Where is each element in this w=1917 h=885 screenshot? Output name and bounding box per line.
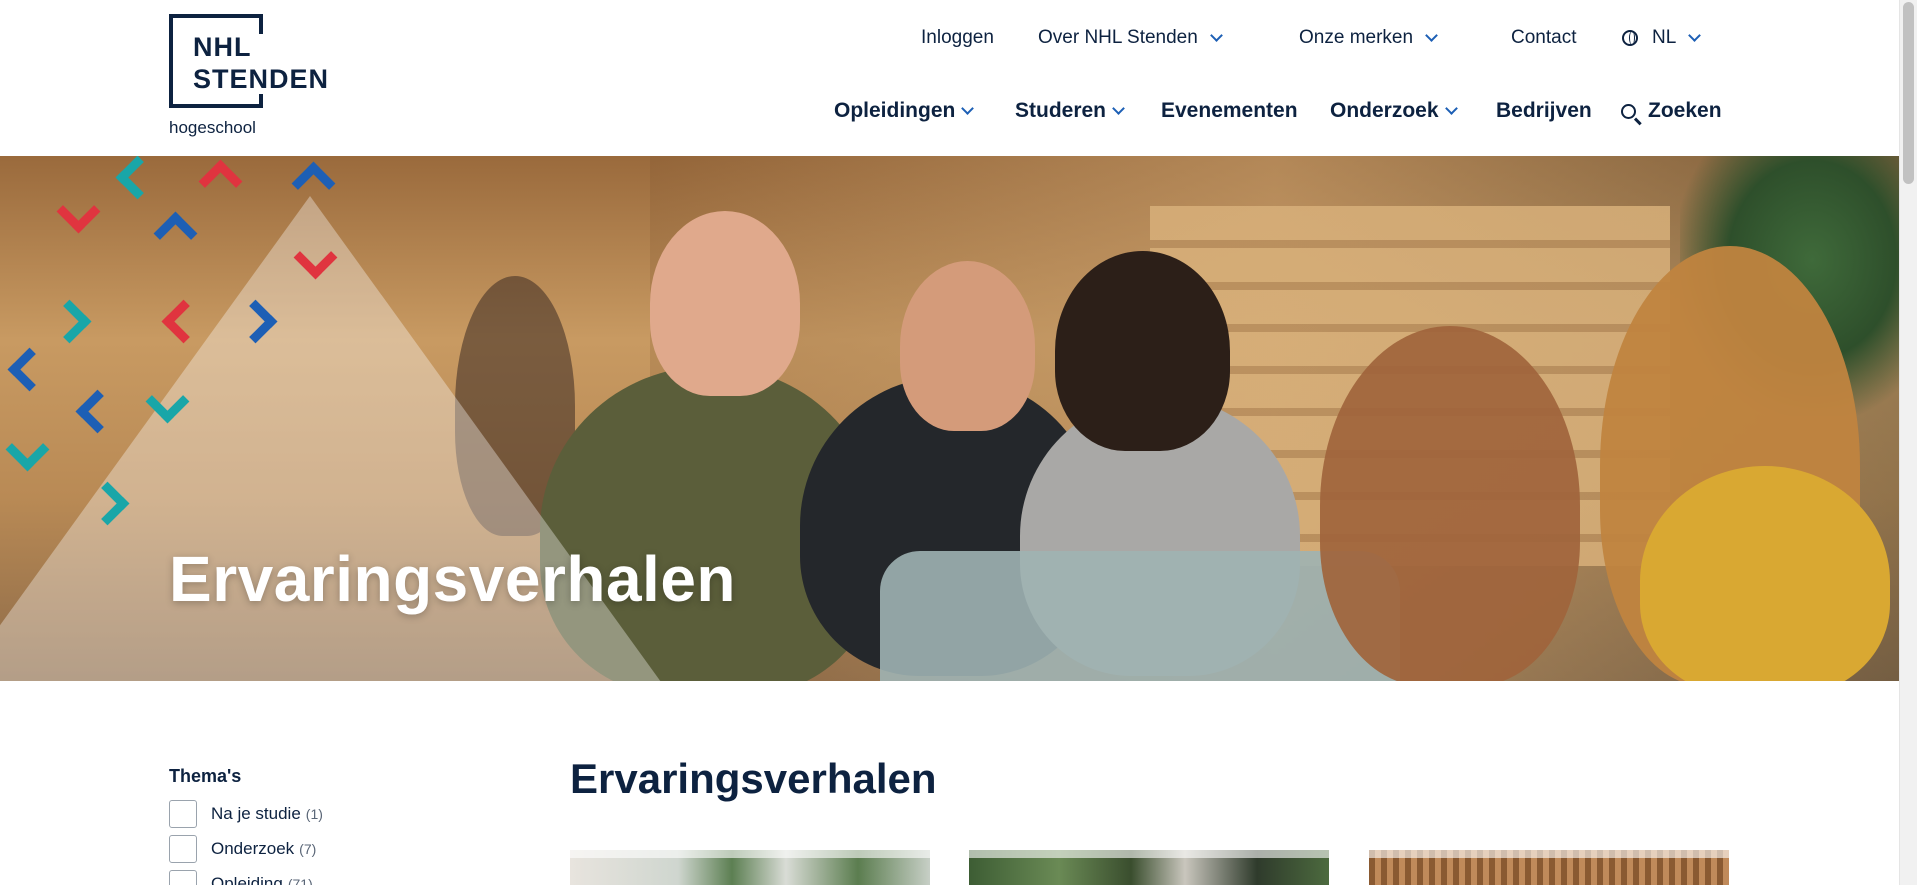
language-selector[interactable]: NL <box>1622 24 1702 52</box>
nav-item-label: Bedrijven <box>1496 99 1592 122</box>
nav-evenementen[interactable]: Evenementen <box>1161 96 1298 126</box>
filter-sidebar: Thema's Na je studie (1) Onderzoek (7) O… <box>169 766 323 885</box>
chevron-down-icon <box>1112 102 1125 115</box>
globe-icon <box>1622 30 1638 46</box>
filter-count: (71) <box>287 876 313 885</box>
login-label: Inloggen <box>921 27 994 48</box>
chevron-down-icon <box>1444 102 1458 115</box>
brands-label: Onze merken <box>1299 27 1414 48</box>
filter-checkbox[interactable] <box>169 870 197 885</box>
nav-opleidingen[interactable]: Opleidingen <box>834 96 975 126</box>
about-label: Over NHL Stenden <box>1038 27 1198 48</box>
filter-label: Na je studie <box>211 804 301 823</box>
filter-label: Onderzoek <box>211 839 295 858</box>
chevron-down-icon <box>1425 29 1438 42</box>
site-header: NHL STENDEN hogeschool Inloggen Over NHL… <box>0 0 1900 156</box>
filter-option-opleiding[interactable]: Opleiding (71) <box>169 869 323 885</box>
vertical-scrollbar[interactable] <box>1899 0 1917 885</box>
about-menu[interactable]: Over NHL Stenden <box>1038 24 1223 52</box>
hero-banner: Ervaringsverhalen <box>0 156 1900 681</box>
filter-checkbox[interactable] <box>169 835 197 863</box>
nav-studeren[interactable]: Studeren <box>1015 96 1125 126</box>
chevron-down-icon <box>1688 29 1702 42</box>
filter-count: (1) <box>305 806 323 822</box>
logo-text-nhl: NHL <box>193 32 252 62</box>
story-card-image[interactable] <box>570 850 930 885</box>
filter-option-na-je-studie[interactable]: Na je studie (1) <box>169 799 323 829</box>
student-figure <box>900 261 1035 431</box>
student-figure <box>1320 326 1580 681</box>
search-label: Zoeken <box>1648 99 1722 122</box>
language-label: NL <box>1652 27 1677 48</box>
filter-checkbox[interactable] <box>169 800 197 828</box>
filter-group-title: Thema's <box>169 766 242 786</box>
filter-label: Opleiding <box>211 874 283 885</box>
filter-count: (7) <box>299 841 317 857</box>
brands-menu[interactable]: Onze merken <box>1299 24 1438 52</box>
section-title: Ervaringsverhalen <box>570 755 937 802</box>
contact-label: Contact <box>1511 27 1577 48</box>
nav-item-label: Onderzoek <box>1330 99 1439 122</box>
student-figure <box>1055 251 1230 451</box>
nav-onderzoek[interactable]: Onderzoek <box>1330 96 1458 126</box>
nhl-stenden-logo[interactable]: NHL STENDEN hogeschool <box>169 14 334 142</box>
story-card-image[interactable] <box>969 850 1329 885</box>
nav-item-label: Opleidingen <box>834 99 956 122</box>
page: NHL STENDEN hogeschool Inloggen Over NHL… <box>0 0 1900 885</box>
logo-text-stenden: STENDEN <box>193 64 330 94</box>
contact-link[interactable]: Contact <box>1511 24 1576 52</box>
decorative-chevron <box>115 156 160 200</box>
filter-option-onderzoek[interactable]: Onderzoek (7) <box>169 834 323 864</box>
search-button[interactable]: Zoeken <box>1621 96 1722 126</box>
student-figure <box>1640 466 1890 681</box>
scrollbar-thumb[interactable] <box>1903 2 1914 184</box>
nav-item-label: Evenementen <box>1161 99 1298 122</box>
logo-subtitle: hogeschool <box>169 118 256 137</box>
search-icon <box>1621 103 1636 119</box>
story-card-image[interactable] <box>1369 850 1729 885</box>
chevron-down-icon <box>1209 29 1223 42</box>
hero-title: Ervaringsverhalen <box>169 543 736 615</box>
nav-item-label: Studeren <box>1015 99 1107 122</box>
login-link[interactable]: Inloggen <box>921 24 994 52</box>
chevron-down-icon <box>961 102 975 115</box>
nav-bedrijven[interactable]: Bedrijven <box>1496 96 1592 126</box>
